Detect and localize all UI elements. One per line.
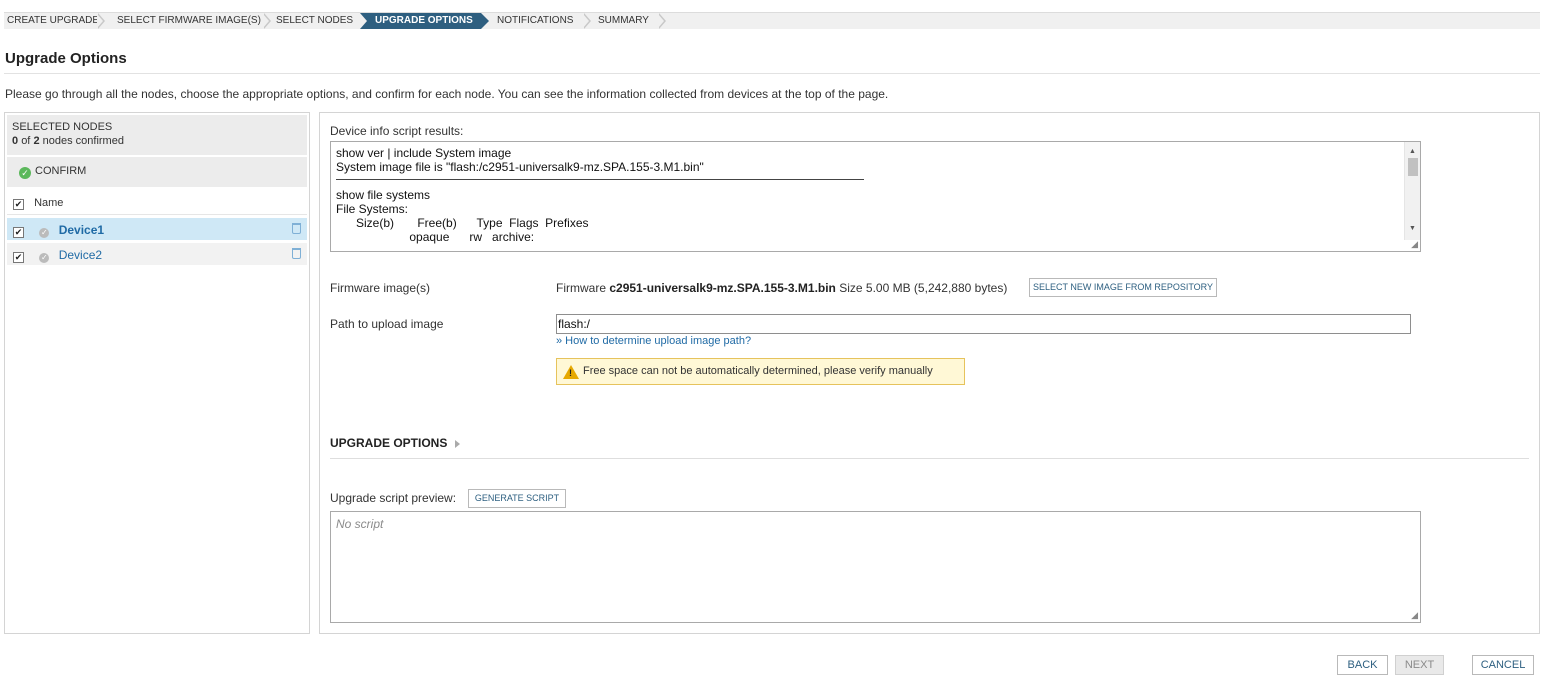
divider [330,458,1529,459]
wizard-step-label: SELECT FIRMWARE IMAGE(S) [117,15,261,26]
confirm-label: CONFIRM [35,165,87,177]
device-info-results[interactable]: show ver | include System image System i… [330,141,1421,252]
page-description: Please go through all the nodes, choose … [5,87,889,101]
wizard-step-label: UPGRADE OPTIONS [375,15,473,26]
wizard-step-notifications[interactable]: NOTIFICATIONS [494,13,591,29]
upload-path-input[interactable] [556,314,1411,334]
selected-nodes-title: SELECTED NODES [12,121,113,133]
node-checkbox[interactable]: ✔ [13,252,24,263]
script-placeholder: No script [336,517,384,531]
wizard-step-summary[interactable]: SUMMARY [595,13,666,29]
firmware-name: c2951-universalk9-mz.SPA.155-3.M1.bin [609,281,836,295]
script-line: System image file is "flash:/c2951-unive… [336,160,704,174]
node-checkbox[interactable]: ✔ [13,227,24,238]
resize-grip-icon[interactable]: ◢ [1411,240,1418,249]
script-line: File Systems: [336,202,409,216]
status-check-icon: ✓ [39,253,50,263]
wizard-step-label: NOTIFICATIONS [497,15,574,26]
firmware-prefix: Firmware [556,281,606,295]
firmware-size: Size 5.00 MB (5,242,880 bytes) [839,281,1008,295]
wizard-step-label: SELECT NODES [276,15,354,26]
page-title: Upgrade Options [5,50,127,67]
node-name[interactable]: Device1 [59,223,104,237]
check-circle-icon: ✓ [19,167,31,179]
script-line: show ver | include System image [336,146,512,160]
node-row-device1[interactable]: ✔ ✓ Device1 [7,218,307,240]
script-line: Size(b) Free(b) Type Flags Prefixes [336,216,589,230]
upgrade-options-toggle[interactable]: UPGRADE OPTIONS [330,436,461,450]
scroll-up-icon[interactable]: ▲ [1409,145,1416,159]
upload-path-label: Path to upload image [330,317,444,331]
status-check-icon: ✓ [39,228,50,238]
selected-nodes-panel: SELECTED NODES 0 of 2 nodes confirmed ✓ C… [4,112,310,634]
upgrade-options-heading: UPGRADE OPTIONS [330,436,448,450]
chevron-right-icon [97,13,105,29]
caret-right-icon [455,440,461,448]
wizard-steps: CREATE UPGRADE SELECT FIRMWARE IMAGE(S) … [4,12,1540,29]
name-column-label: Name [34,197,64,209]
script-divider [336,174,864,180]
warning-icon [563,365,579,379]
node-row-device2[interactable]: ✔ ✓ Device2 [7,243,307,265]
next-button[interactable]: NEXT [1395,655,1444,675]
wizard-step-create-upgrade[interactable]: CREATE UPGRADE [4,13,105,29]
select-all-checkbox[interactable]: ✔ [13,199,24,210]
script-line: opaque rw archive: [336,230,535,244]
free-space-warning: Free space can not be automatically dete… [556,358,965,385]
chevron-right-icon [263,13,271,29]
wizard-step-upgrade-options[interactable]: UPGRADE OPTIONS [360,13,489,29]
total-count: 2 [33,135,40,147]
divider [4,73,1540,74]
device-info-label: Device info script results: [330,124,464,138]
resize-grip-icon[interactable]: ◢ [1411,611,1418,620]
script-preview-label: Upgrade script preview: [330,491,457,505]
upload-path-help-link[interactable]: » How to determine upload image path? [556,335,751,347]
step-notch [360,13,367,29]
step-arrow [481,13,489,29]
name-column-header: ✔ Name [7,191,307,215]
vertical-scrollbar[interactable]: ▲ ▼ [1404,142,1420,240]
script-line: show file systems [336,188,431,202]
warning-text: Free space can not be automatically dete… [583,365,933,377]
wizard-step-select-nodes[interactable]: SELECT NODES [273,13,359,29]
firmware-info: Firmware c2951-universalk9-mz.SPA.155-3.… [556,281,1007,295]
generate-script-button[interactable]: GENERATE SCRIPT [468,489,566,508]
selected-nodes-header: SELECTED NODES 0 of 2 nodes confirmed [7,115,307,155]
scrollbar-thumb[interactable] [1408,158,1418,176]
confirm-button[interactable]: ✓ CONFIRM [7,157,307,187]
trash-icon[interactable] [292,223,301,234]
chevron-right-icon [658,13,666,29]
chevron-right-icon [583,13,591,29]
select-new-image-button[interactable]: SELECT NEW IMAGE FROM REPOSITORY [1029,278,1217,297]
node-name[interactable]: Device2 [59,248,102,262]
cancel-button[interactable]: CANCEL [1472,655,1534,675]
back-button[interactable]: BACK [1337,655,1388,675]
confirmed-count: 0 [12,135,19,147]
wizard-step-select-firmware[interactable]: SELECT FIRMWARE IMAGE(S) [114,13,271,29]
wizard-step-label: CREATE UPGRADE [7,15,100,26]
confirmed-suffix: nodes confirmed [42,135,124,147]
confirmed-of: of [21,135,31,147]
wizard-step-label: SUMMARY [598,15,649,26]
firmware-images-label: Firmware image(s) [330,281,431,295]
script-preview-area[interactable]: No script ◢ [330,511,1421,623]
trash-icon[interactable] [292,248,301,259]
scroll-down-icon[interactable]: ▼ [1409,222,1416,236]
nodes-confirmed-status: 0 of 2 nodes confirmed [12,135,307,147]
